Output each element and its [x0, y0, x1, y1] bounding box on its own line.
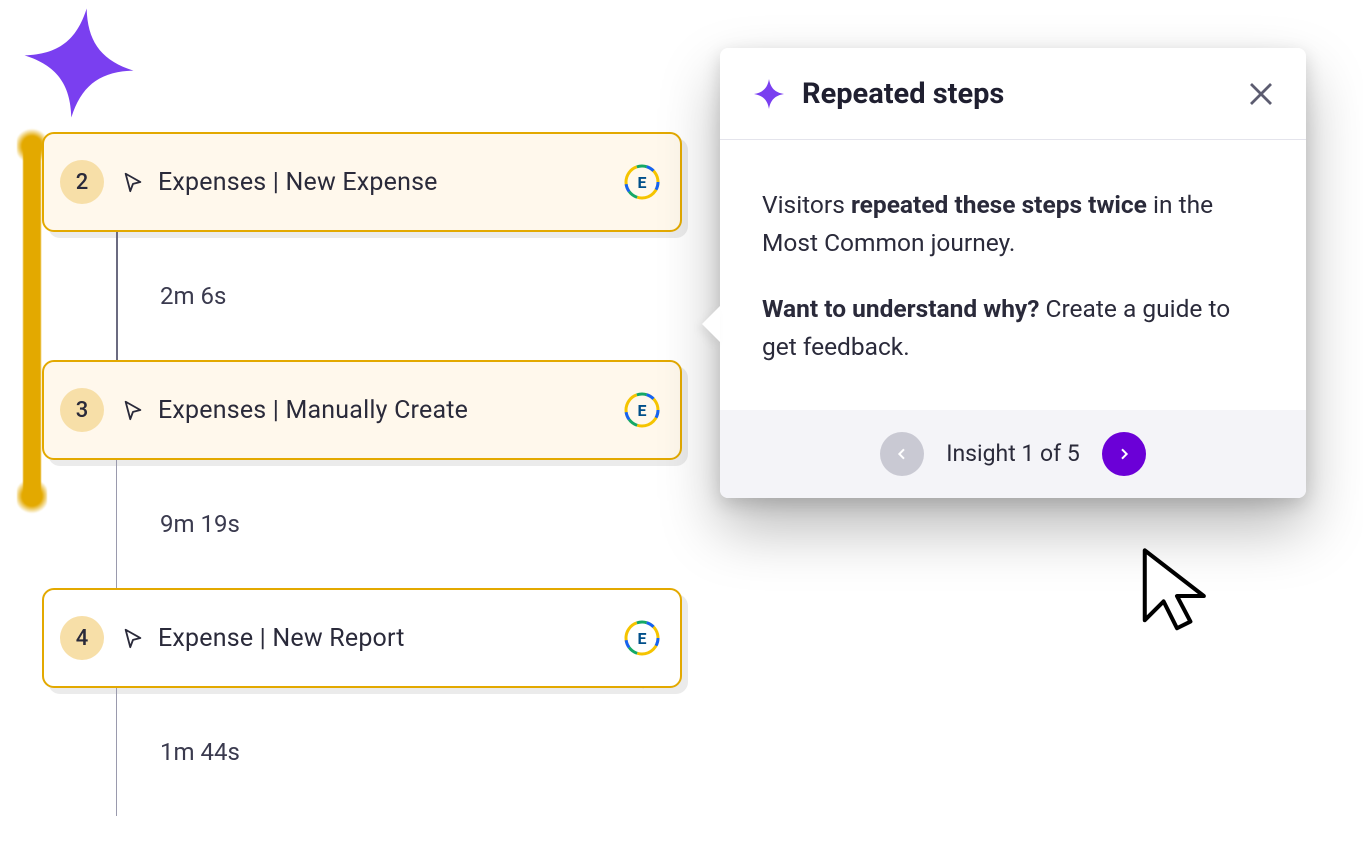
cursor-icon: [122, 171, 144, 193]
popover-text: Visitors: [762, 190, 851, 219]
popover-tail: [702, 306, 720, 342]
next-insight-button[interactable]: [1102, 432, 1146, 476]
insight-popover: Repeated steps Visitors repeated these s…: [720, 48, 1306, 498]
chevron-left-icon: [894, 446, 910, 462]
popover-text-bold: Want to understand why?: [762, 294, 1039, 323]
svg-text:E: E: [638, 401, 647, 420]
step-label: Expenses | New Expense: [158, 168, 624, 197]
step-label: Expenses | Manually Create: [158, 396, 624, 425]
popover-header: Repeated steps: [720, 48, 1306, 140]
step-duration: 9m 19s: [42, 460, 698, 588]
step-duration: 2m 6s: [42, 232, 698, 360]
popover-body: Visitors repeated these steps twice in t…: [720, 140, 1306, 410]
svg-text:E: E: [638, 173, 647, 192]
app-badge-icon: E: [624, 392, 660, 428]
insight-counter: Insight 1 of 5: [946, 440, 1080, 467]
mouse-cursor-icon: [1135, 545, 1219, 639]
app-badge-icon: E: [624, 620, 660, 656]
step-number-badge: 2: [60, 160, 104, 204]
sparkle-icon: [17, 1, 141, 125]
step-duration: 1m 44s: [42, 688, 698, 816]
highlight-rail: [23, 136, 41, 506]
app-badge-icon: E: [624, 164, 660, 200]
step-number-badge: 4: [60, 616, 104, 660]
sparkle-icon: [754, 79, 784, 109]
prev-insight-button[interactable]: [880, 432, 924, 476]
journey-step-card[interactable]: 3 Expenses | Manually Create E: [42, 360, 682, 460]
svg-text:E: E: [638, 629, 647, 648]
step-label: Expense | New Report: [158, 624, 624, 653]
close-icon[interactable]: [1246, 79, 1276, 109]
chevron-right-icon: [1116, 446, 1132, 462]
popover-text-bold: repeated these steps twice: [851, 190, 1147, 219]
cursor-icon: [122, 399, 144, 421]
duration-label: 1m 44s: [160, 738, 240, 766]
journey-timeline: 2 Expenses | New Expense E 2m 6s 3 Expen…: [18, 132, 698, 816]
popover-title: Repeated steps: [802, 77, 1246, 111]
duration-label: 9m 19s: [160, 510, 240, 538]
step-number-badge: 3: [60, 388, 104, 432]
popover-footer: Insight 1 of 5: [720, 410, 1306, 498]
journey-step-card[interactable]: 4 Expense | New Report E: [42, 588, 682, 688]
journey-step-card[interactable]: 2 Expenses | New Expense E: [42, 132, 682, 232]
duration-label: 2m 6s: [160, 282, 226, 310]
cursor-icon: [122, 627, 144, 649]
